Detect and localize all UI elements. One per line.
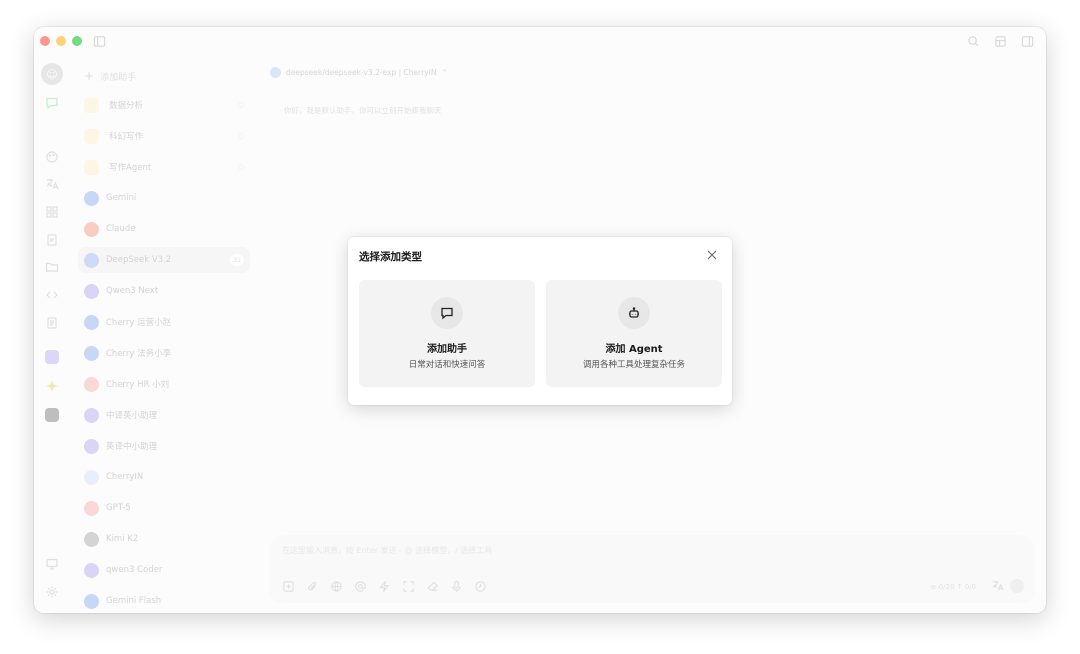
option-description: 调用各种工具处理复杂任务	[582, 360, 685, 370]
close-icon[interactable]	[706, 249, 718, 261]
option-label: 添加助手	[427, 344, 467, 355]
chat-bubble-icon	[431, 297, 463, 329]
dialog-title: 选择添加类型	[359, 251, 422, 263]
robot-icon	[618, 297, 650, 329]
add-assistant-option[interactable]: 添加助手 日常对话和快速问答	[359, 280, 535, 387]
add-type-dialog: 选择添加类型 添加助手 日常对话和快速问答 添加 Agent 调用各种工具处理复…	[348, 237, 732, 405]
option-description: 日常对话和快速问答	[408, 360, 486, 370]
add-agent-option[interactable]: 添加 Agent 调用各种工具处理复杂任务	[546, 280, 722, 387]
option-label: 添加 Agent	[605, 344, 663, 355]
